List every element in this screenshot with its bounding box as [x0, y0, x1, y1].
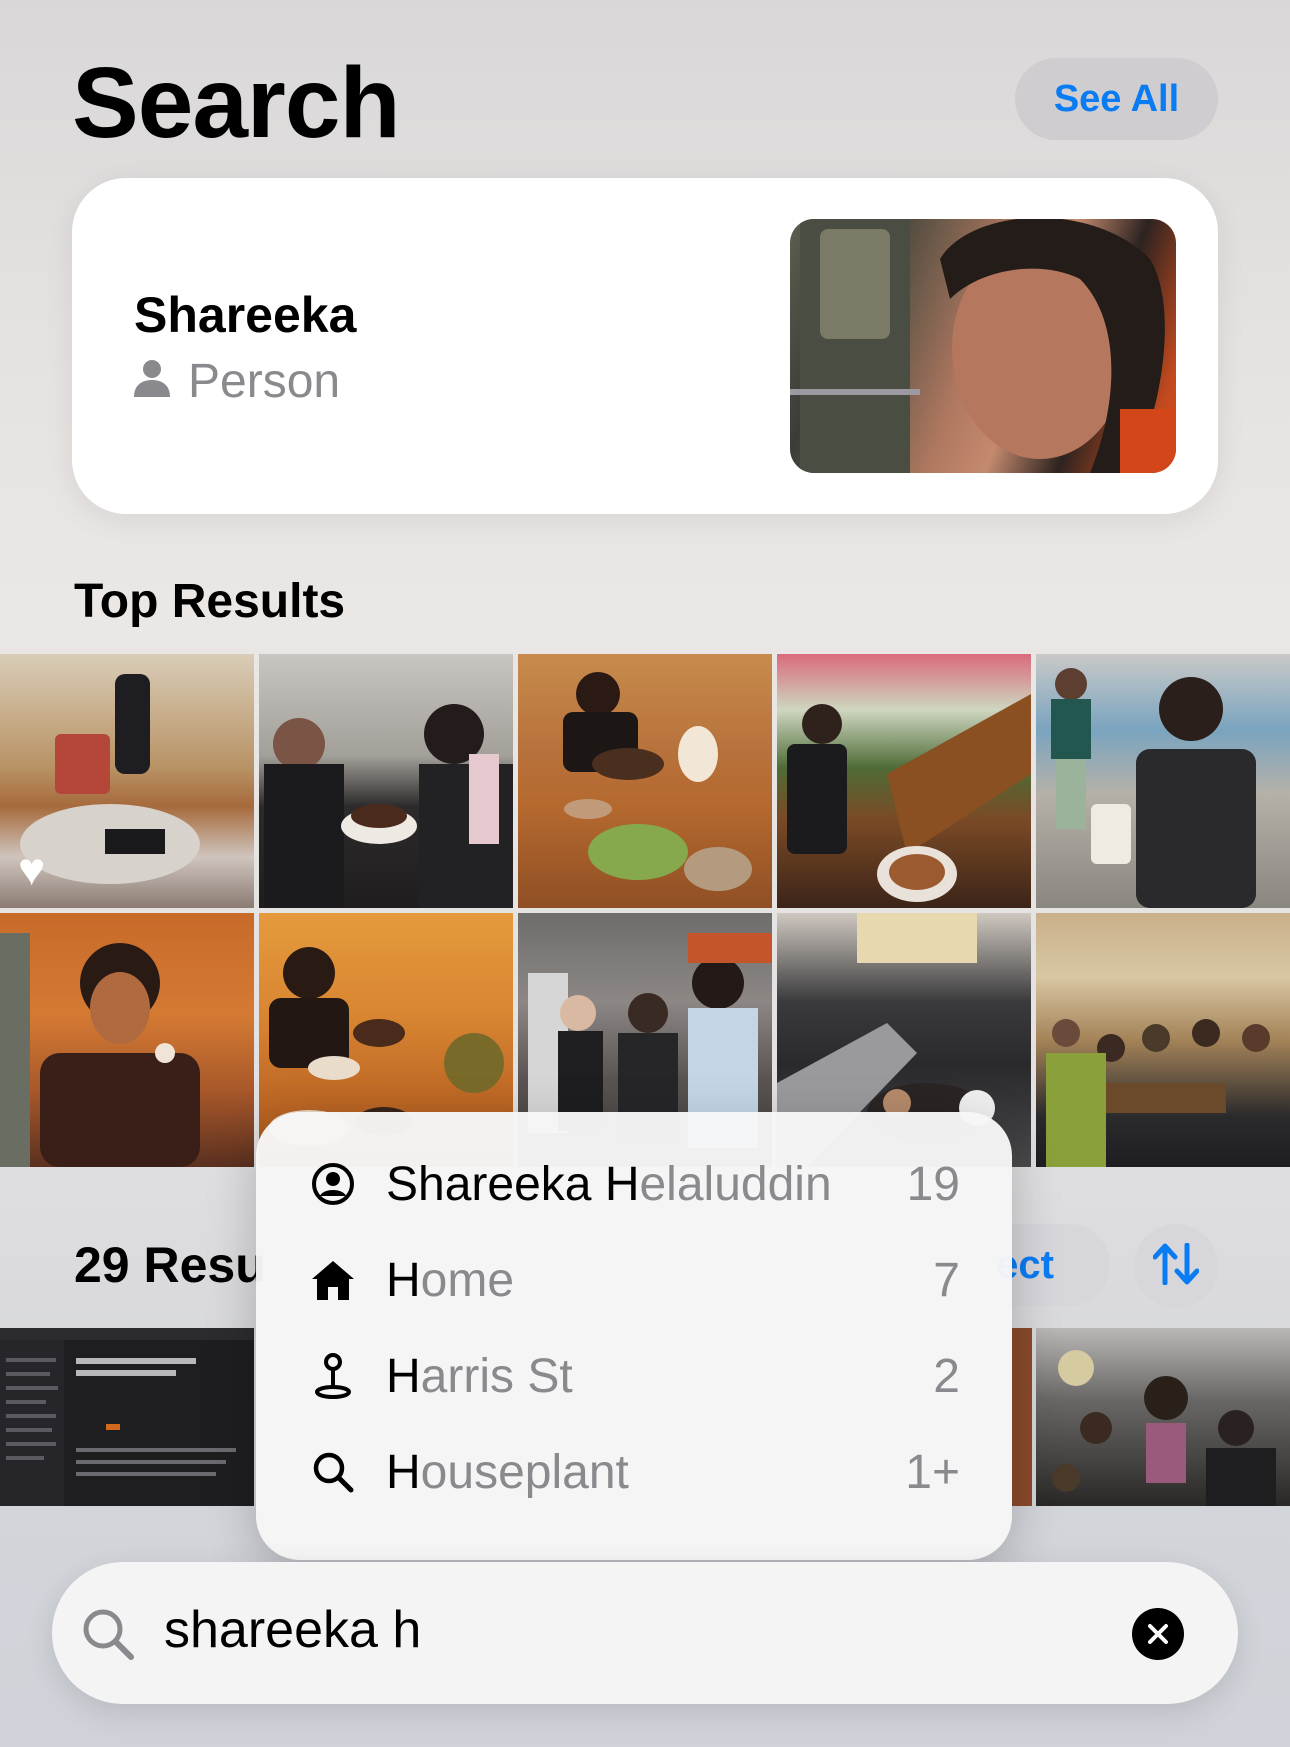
suggestion-item[interactable]: Houseplant 1+	[256, 1424, 1012, 1520]
person-type: Person	[134, 354, 340, 409]
search-query[interactable]: shareeka h	[164, 1600, 421, 1660]
see-all-button[interactable]: See All	[1015, 58, 1218, 140]
favorite-heart-icon: ♥	[18, 843, 46, 895]
photo-tile[interactable]: ♥	[0, 654, 254, 908]
search-icon	[80, 1606, 136, 1662]
results-count: 29 Resu	[74, 1237, 266, 1293]
person-thumbnail	[790, 219, 1176, 473]
suggestion-completion: arris St	[420, 1349, 573, 1403]
photo-tile[interactable]	[1036, 654, 1290, 908]
person-result-card[interactable]: Shareeka Person	[72, 178, 1218, 514]
suggestion-typed: H	[386, 1445, 421, 1499]
search-suggestions: Shareeka Helaluddin 19 Home 7 Harris St …	[256, 1112, 1012, 1560]
photo-tile[interactable]	[1012, 1328, 1032, 1506]
photo-tile[interactable]	[518, 654, 772, 908]
sort-button[interactable]	[1134, 1224, 1218, 1308]
person-type-label: Person	[188, 355, 341, 408]
top-results-heading: Top Results	[74, 575, 346, 628]
map-pin-icon	[308, 1351, 358, 1401]
person-icon	[134, 354, 170, 409]
person-circle-icon	[308, 1159, 358, 1209]
suggestion-item[interactable]: Home 7	[256, 1232, 1012, 1328]
photo-tile[interactable]	[259, 654, 513, 908]
suggestion-count: 2	[933, 1349, 960, 1403]
suggestion-typed: H	[604, 1157, 640, 1211]
suggestion-completion: ome	[420, 1253, 515, 1307]
magnifier-icon	[308, 1447, 358, 1497]
suggestion-typed: H	[386, 1349, 421, 1403]
person-name: Shareeka	[134, 287, 357, 343]
photo-tile[interactable]	[1036, 1328, 1290, 1506]
sort-arrows-icon	[1152, 1242, 1200, 1290]
search-field[interactable]: shareeka h	[52, 1562, 1238, 1704]
suggestion-count: 19	[906, 1157, 960, 1211]
suggestion-typed: H	[386, 1253, 421, 1307]
photo-tile[interactable]	[1036, 913, 1290, 1167]
photo-tile[interactable]	[0, 1328, 254, 1506]
page-title: Search	[72, 47, 401, 159]
house-icon	[308, 1255, 358, 1305]
suggestion-item[interactable]: Shareeka Helaluddin 19	[256, 1136, 1012, 1232]
suggestion-count: 1+	[905, 1445, 960, 1499]
suggestion-prefix: Shareeka	[386, 1157, 605, 1211]
photo-tile[interactable]	[0, 913, 254, 1167]
suggestion-completion: elaluddin	[639, 1157, 832, 1211]
photo-tile[interactable]	[777, 654, 1031, 908]
clear-icon[interactable]	[1132, 1608, 1184, 1660]
suggestion-completion: ouseplant	[420, 1445, 629, 1499]
suggestion-count: 7	[933, 1253, 960, 1307]
suggestion-item[interactable]: Harris St 2	[256, 1328, 1012, 1424]
